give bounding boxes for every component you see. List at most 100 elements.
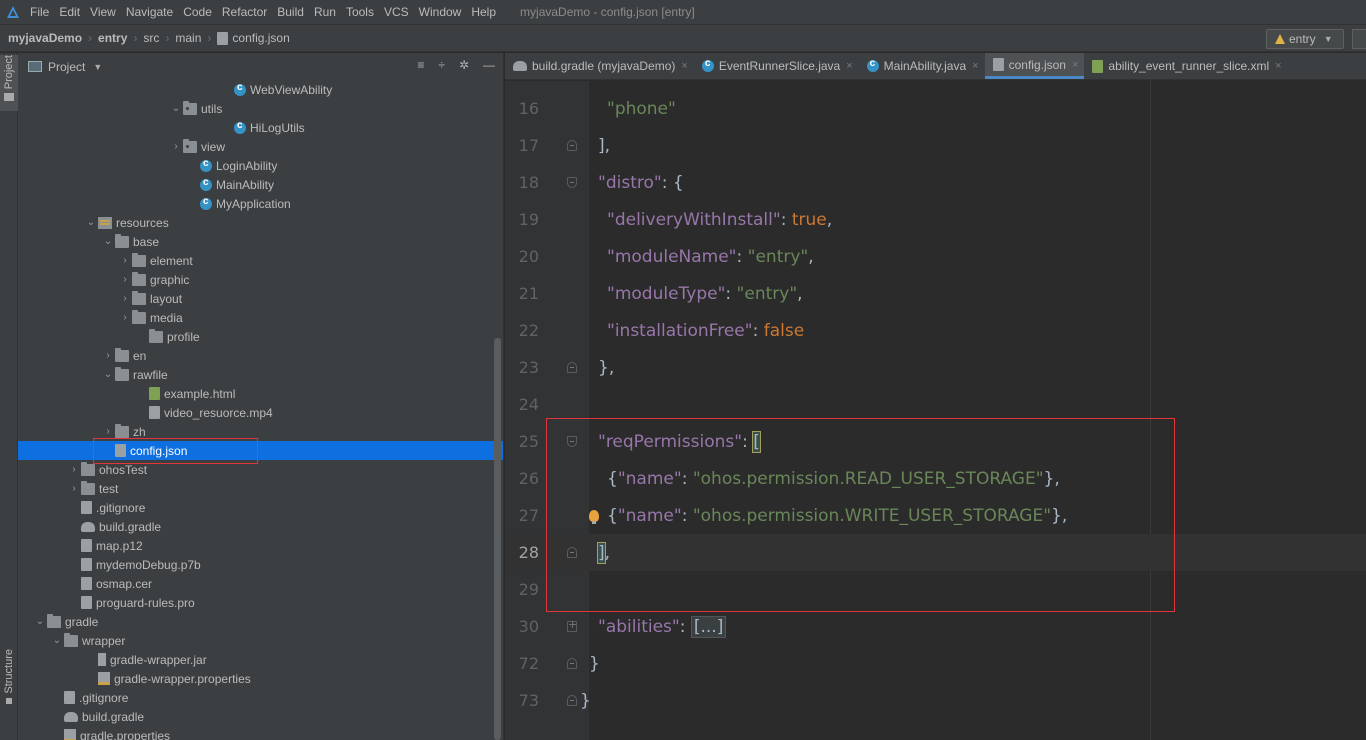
breadcrumb-file[interactable]: config.json bbox=[217, 31, 290, 45]
menu-refactor[interactable]: Refactor bbox=[222, 5, 267, 19]
tree-item[interactable]: › test bbox=[18, 479, 503, 498]
code-line[interactable]: 23}, bbox=[505, 349, 1366, 386]
editor-tab[interactable]: MainAbility.java × bbox=[859, 53, 985, 79]
fold-collapse-icon[interactable] bbox=[567, 436, 577, 447]
code-line[interactable]: 73} bbox=[505, 682, 1366, 719]
editor-tab[interactable]: build.gradle (myjavaDemo) × bbox=[505, 53, 694, 79]
tree-item[interactable]: build.gradle bbox=[18, 517, 503, 536]
menu-file[interactable]: File bbox=[30, 5, 49, 19]
code-line[interactable]: 19 "deliveryWithInstall": true, bbox=[505, 201, 1366, 238]
fold-collapse-icon[interactable] bbox=[567, 547, 577, 558]
tree-item[interactable]: › view bbox=[18, 137, 503, 156]
tree-item[interactable]: MyApplication bbox=[18, 194, 503, 213]
tree-item[interactable]: MainAbility bbox=[18, 175, 503, 194]
tree-item[interactable]: video_resuorce.mp4 bbox=[18, 403, 503, 422]
code-line[interactable]: 18 "distro": { bbox=[505, 164, 1366, 201]
tree-item[interactable]: build.gradle bbox=[18, 707, 503, 726]
chevron-down-icon[interactable]: ⌄ bbox=[169, 103, 183, 114]
tree-item[interactable]: ⌄ utils bbox=[18, 99, 503, 118]
menu-tools[interactable]: Tools bbox=[346, 5, 374, 19]
code-editor[interactable]: 16 "phone" 17], 18 "distro": {19 "deliveryWit… bbox=[505, 81, 1366, 740]
breadcrumb-module[interactable]: entry bbox=[98, 31, 127, 45]
tree-item[interactable]: › layout bbox=[18, 289, 503, 308]
close-icon[interactable]: × bbox=[681, 60, 687, 72]
gear-icon[interactable]: ✲ bbox=[459, 58, 469, 72]
code-line[interactable]: 72} bbox=[505, 645, 1366, 682]
tree-item[interactable]: gradle-wrapper.properties bbox=[18, 669, 503, 688]
tree-item[interactable]: ⌄ rawfile bbox=[18, 365, 503, 384]
tree-item[interactable]: HiLogUtils bbox=[18, 118, 503, 137]
chevron-right-icon[interactable]: › bbox=[101, 426, 115, 437]
fold-expand-icon[interactable] bbox=[567, 618, 577, 632]
menu-help[interactable]: Help bbox=[471, 5, 496, 19]
breadcrumb-src[interactable]: src bbox=[143, 31, 159, 45]
tree-item[interactable]: LoginAbility bbox=[18, 156, 503, 175]
tree-item[interactable]: example.html bbox=[18, 384, 503, 403]
tree-item[interactable]: proguard-rules.pro bbox=[18, 593, 503, 612]
tree-item[interactable]: ⌄ gradle bbox=[18, 612, 503, 631]
chevron-right-icon[interactable]: › bbox=[118, 312, 132, 323]
chevron-right-icon[interactable]: › bbox=[118, 274, 132, 285]
chevron-down-icon[interactable]: ⌄ bbox=[84, 217, 98, 228]
menu-vcs[interactable]: VCS bbox=[384, 5, 409, 19]
run-configuration-dropdown[interactable]: entry ▼ bbox=[1266, 29, 1344, 49]
menu-code[interactable]: Code bbox=[183, 5, 212, 19]
scroll-from-source-icon[interactable]: ÷ bbox=[438, 58, 445, 72]
chevron-right-icon[interactable]: › bbox=[67, 483, 81, 494]
chevron-right-icon[interactable]: › bbox=[118, 293, 132, 304]
project-tool-window-tab[interactable]: Project bbox=[0, 55, 18, 111]
menu-view[interactable]: View bbox=[90, 5, 116, 19]
close-icon[interactable]: × bbox=[1275, 60, 1281, 72]
structure-tool-window-tab[interactable]: Structure bbox=[0, 649, 18, 715]
code-line[interactable]: 16 "phone" bbox=[505, 90, 1366, 127]
editor-tab[interactable]: ability_event_runner_slice.xml × bbox=[1084, 53, 1287, 79]
chevron-right-icon[interactable]: › bbox=[118, 255, 132, 266]
fold-collapse-icon[interactable] bbox=[567, 695, 577, 706]
tree-item[interactable]: gradle.properties bbox=[18, 726, 503, 740]
menu-navigate[interactable]: Navigate bbox=[126, 5, 173, 19]
run-button[interactable] bbox=[1352, 29, 1366, 49]
tree-item[interactable]: .gitignore bbox=[18, 688, 503, 707]
close-icon[interactable]: × bbox=[846, 60, 852, 72]
tree-item[interactable]: › zh bbox=[18, 422, 503, 441]
chevron-right-icon[interactable]: › bbox=[67, 464, 81, 475]
collapse-all-icon[interactable]: ≡ bbox=[417, 58, 424, 72]
tree-item[interactable]: map.p12 bbox=[18, 536, 503, 555]
chevron-down-icon[interactable]: ⌄ bbox=[101, 236, 115, 247]
chevron-down-icon[interactable]: ⌄ bbox=[50, 635, 64, 646]
code-line[interactable]: 28], bbox=[505, 534, 1366, 571]
tree-item[interactable]: .gitignore bbox=[18, 498, 503, 517]
editor-tab[interactable]: EventRunnerSlice.java × bbox=[694, 53, 859, 79]
tree-item[interactable]: mydemoDebug.p7b bbox=[18, 555, 503, 574]
code-line[interactable]: 20 "moduleName": "entry", bbox=[505, 238, 1366, 275]
code-line[interactable]: 24 bbox=[505, 386, 1366, 423]
scrollbar-thumb[interactable] bbox=[494, 338, 501, 740]
tree-item[interactable]: ⌄ base bbox=[18, 232, 503, 251]
tree-item[interactable]: gradle-wrapper.jar bbox=[18, 650, 503, 669]
tree-item[interactable]: › graphic bbox=[18, 270, 503, 289]
code-line[interactable]: 29 bbox=[505, 571, 1366, 608]
fold-collapse-icon[interactable] bbox=[567, 140, 577, 151]
editor-tab[interactable]: config.json × bbox=[984, 53, 1085, 79]
code-line[interactable]: 27 {"name": "ohos.permission.WRITE_USER_S… bbox=[505, 497, 1366, 534]
breadcrumb-main[interactable]: main bbox=[175, 31, 201, 45]
tree-item[interactable]: › ohosTest bbox=[18, 460, 503, 479]
tree-item[interactable]: osmap.cer bbox=[18, 574, 503, 593]
menu-window[interactable]: Window bbox=[419, 5, 462, 19]
code-line[interactable]: 26 {"name": "ohos.permission.READ_USER_ST… bbox=[505, 460, 1366, 497]
chevron-down-icon[interactable]: ⌄ bbox=[101, 369, 115, 380]
tree-item[interactable]: profile bbox=[18, 327, 503, 346]
chevron-right-icon[interactable]: › bbox=[101, 350, 115, 361]
close-icon[interactable]: × bbox=[972, 60, 978, 72]
code-line[interactable]: 30 "abilities": [...] bbox=[505, 608, 1366, 645]
lightbulb-icon[interactable] bbox=[589, 509, 599, 524]
fold-collapse-icon[interactable] bbox=[567, 177, 577, 188]
tree-item[interactable]: WebViewAbility bbox=[18, 80, 503, 99]
chevron-right-icon[interactable]: › bbox=[169, 141, 183, 152]
menu-build[interactable]: Build bbox=[277, 5, 304, 19]
tree-item[interactable]: › en bbox=[18, 346, 503, 365]
tree-item[interactable]: › media bbox=[18, 308, 503, 327]
fold-collapse-icon[interactable] bbox=[567, 362, 577, 373]
code-line[interactable]: 25 "reqPermissions": [ bbox=[505, 423, 1366, 460]
code-line[interactable]: 17], bbox=[505, 127, 1366, 164]
